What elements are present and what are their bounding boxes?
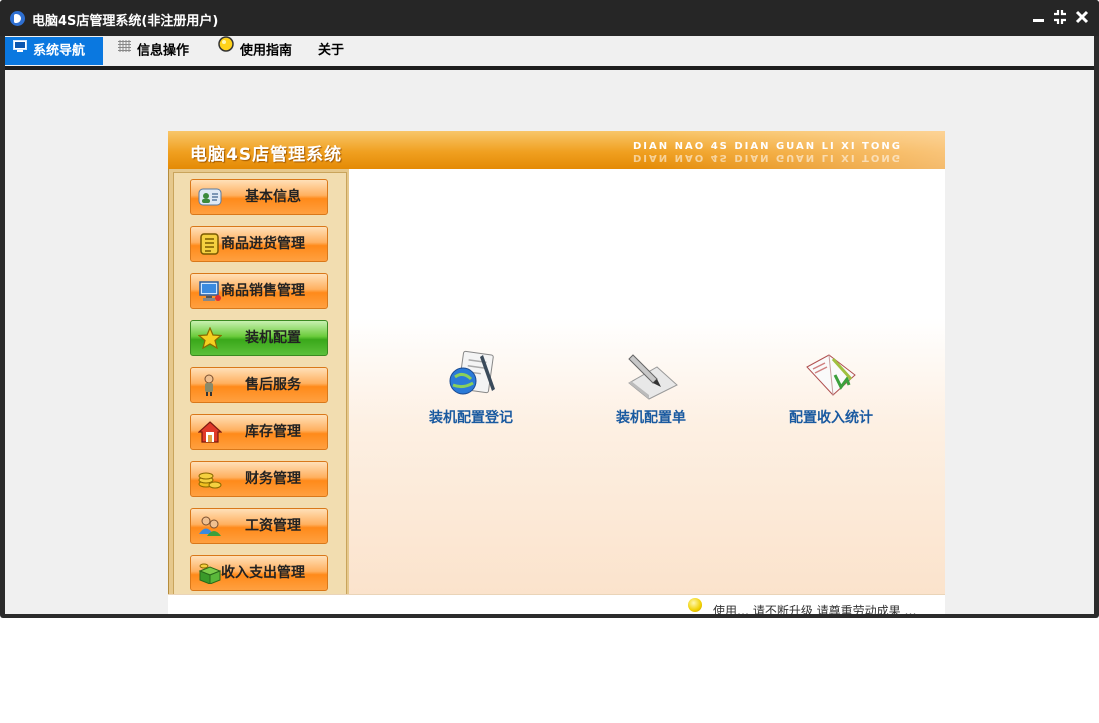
book-chart-icon [803, 349, 859, 401]
tab-label: 系统导航 [33, 43, 86, 59]
tab-label: 关于 [318, 43, 345, 58]
monitor-icon [13, 35, 27, 63]
menu-bar: 系统导航 信息操作 使用指南 关于 [5, 36, 1094, 70]
tab-about[interactable]: 关于 [310, 37, 358, 65]
computer-icon [198, 280, 222, 302]
window-title: 电脑4S店管理系统(非注册用户) [32, 14, 219, 29]
star-icon [197, 326, 223, 350]
bulb-icon [688, 598, 702, 612]
banner: 电脑4S店管理系统 DIAN NAO 4S DIAN GUAN LI XI TO… [168, 131, 945, 169]
sidebar-item-label: 基本信息 [245, 189, 301, 205]
money-box-icon [198, 562, 222, 585]
function-label: 装机配置单 [616, 410, 686, 426]
home-icon [197, 421, 223, 443]
sidebar-item-purchase[interactable]: 商品进货管理 [190, 226, 328, 262]
function-config-income-stats[interactable]: 配置收入统计 [761, 349, 901, 427]
restore-icon[interactable] [1052, 8, 1070, 26]
tab-label: 使用指南 [240, 43, 293, 59]
sidebar-item-inventory[interactable]: 库存管理 [190, 414, 328, 450]
sidebar-item-after-sales[interactable]: 售后服务 [190, 367, 328, 403]
function-assembly-order[interactable]: 装机配置单 [581, 349, 721, 427]
tab-label: 信息操作 [137, 43, 190, 59]
document-icon [198, 233, 222, 255]
tab-info-operation[interactable]: 信息操作 [110, 37, 206, 65]
function-label: 装机配置登记 [429, 410, 513, 426]
sidebar-item-label: 工资管理 [245, 518, 301, 534]
sidebar-item-label: 售后服务 [245, 377, 301, 393]
function-label: 配置收入统计 [789, 410, 873, 426]
coins-icon [198, 468, 222, 490]
id-card-icon [198, 186, 222, 208]
banner-subtitle-reflection: DIAN NAO 4S DIAN GUAN LI XI TONG [633, 152, 902, 163]
title-bar[interactable]: 电脑4S店管理系统(非注册用户) [0, 0, 1099, 36]
globe-register-icon [443, 349, 499, 401]
sidebar-item-label: 商品销售管理 [221, 283, 305, 299]
sidebar-item-label: 商品进货管理 [221, 236, 305, 252]
sidebar-item-label: 装机配置 [245, 330, 301, 346]
banner-subtitle: DIAN NAO 4S DIAN GUAN LI XI TONG [633, 141, 902, 152]
grid-icon [118, 35, 131, 63]
sidebar-item-label: 收入支出管理 [221, 565, 305, 581]
sidebar-item-basic-info[interactable]: 基本信息 [190, 179, 328, 215]
bulb-icon [218, 35, 234, 63]
users-icon [198, 515, 222, 537]
pen-paper-icon [623, 349, 679, 401]
sidebar-item-label: 财务管理 [245, 471, 301, 487]
tab-system-navigation[interactable]: 系统导航 [5, 37, 103, 65]
sidebar-item-salary[interactable]: 工资管理 [190, 508, 328, 544]
sidebar: 基本信息 商品进货管理 商品销售管理 装机配置 售后服务 库存管理 财务管理 工… [168, 169, 349, 596]
sidebar-item-assembly-config[interactable]: 装机配置 [190, 320, 328, 356]
sidebar-item-income-expense[interactable]: 收入支出管理 [190, 555, 328, 591]
main-panel: 装机配置登记 装机配置单 配置收入统计 [349, 169, 945, 594]
status-text: 使用… 请不断升级 请尊重劳动成果 … [713, 604, 917, 614]
banner-title: 电脑4S店管理系统 [190, 145, 343, 165]
navigation-panel: 电脑4S店管理系统 DIAN NAO 4S DIAN GUAN LI XI TO… [168, 131, 945, 614]
close-icon[interactable] [1073, 8, 1091, 26]
status-bar: 使用… 请不断升级 请尊重劳动成果 … [168, 594, 945, 614]
tab-user-guide[interactable]: 使用指南 [210, 35, 308, 65]
app-logo-icon [10, 11, 25, 26]
function-assembly-register[interactable]: 装机配置登记 [401, 349, 541, 427]
minimize-icon[interactable] [1030, 8, 1048, 26]
sidebar-item-label: 库存管理 [245, 424, 301, 440]
person-icon [198, 374, 222, 396]
sidebar-item-finance[interactable]: 财务管理 [190, 461, 328, 497]
sidebar-item-sales[interactable]: 商品销售管理 [190, 273, 328, 309]
